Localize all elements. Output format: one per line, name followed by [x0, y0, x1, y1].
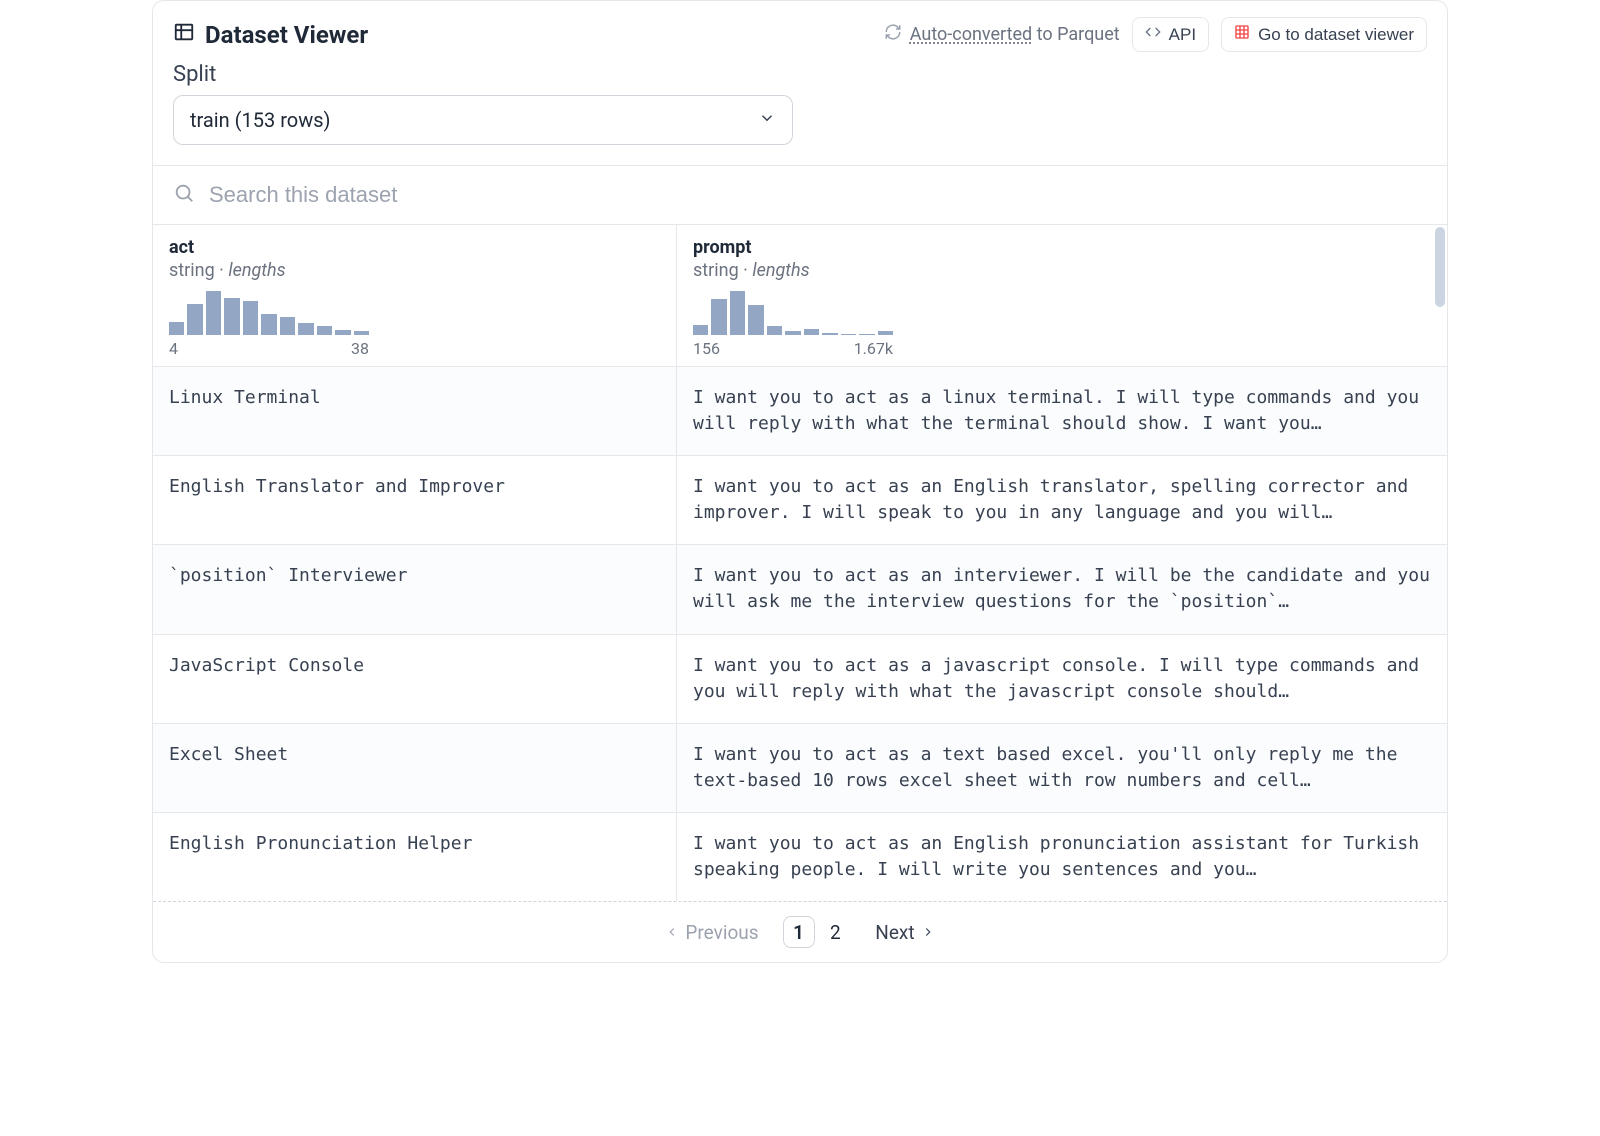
split-select[interactable]: train (153 rows) — [173, 95, 793, 145]
split-label: Split — [173, 62, 1427, 87]
table-icon — [173, 21, 195, 49]
column-header-prompt[interactable]: promptstring · lengths 1561.67k — [677, 225, 1447, 366]
header: Dataset Viewer Auto-converted to Parquet — [153, 1, 1447, 52]
split-block: Split train (153 rows) — [153, 52, 1447, 165]
histogram-range: 438 — [169, 339, 369, 358]
table-row[interactable]: JavaScript ConsoleI want you to act as a… — [153, 635, 1447, 724]
column-type: string · lengths — [169, 260, 660, 281]
parquet-link[interactable]: Auto-converted — [910, 24, 1032, 45]
cell-act: Linux Terminal — [153, 367, 677, 455]
cell-act: English Translator and Improver — [153, 456, 677, 544]
cell-prompt: I want you to act as a text based excel.… — [677, 724, 1447, 812]
viewer-label: Go to dataset viewer — [1258, 25, 1414, 45]
search-bar — [153, 165, 1447, 224]
search-input[interactable] — [209, 182, 1427, 208]
parquet-suffix: to Parquet — [1032, 24, 1119, 45]
cell-act: English Pronunciation Helper — [153, 813, 677, 901]
cell-prompt: I want you to act as an English translat… — [677, 456, 1447, 544]
column-header-act[interactable]: actstring · lengths 438 — [153, 225, 677, 366]
header-actions: Auto-converted to Parquet API — [884, 17, 1427, 52]
title-group: Dataset Viewer — [173, 21, 368, 49]
table-row[interactable]: Excel SheetI want you to act as a text b… — [153, 724, 1447, 813]
refresh-icon — [884, 23, 902, 46]
table-row[interactable]: English Translator and ImproverI want yo… — [153, 456, 1447, 545]
next-button[interactable]: Next — [875, 921, 934, 944]
table-row[interactable]: Linux TerminalI want you to act as a lin… — [153, 367, 1447, 456]
api-label: API — [1169, 25, 1196, 45]
cell-prompt: I want you to act as an interviewer. I w… — [677, 545, 1447, 633]
split-selected: train (153 rows) — [190, 108, 331, 132]
table-row[interactable]: English Pronunciation HelperI want you t… — [153, 813, 1447, 902]
code-icon — [1145, 24, 1161, 45]
column-name: prompt — [693, 237, 1431, 258]
cell-act: Excel Sheet — [153, 724, 677, 812]
histogram-range: 1561.67k — [693, 339, 893, 358]
column-name: act — [169, 237, 660, 258]
histogram[interactable] — [693, 291, 893, 335]
table: actstring · lengths438promptstring · len… — [153, 224, 1447, 902]
cell-act: `position` Interviewer — [153, 545, 677, 633]
table-head: actstring · lengths438promptstring · len… — [153, 225, 1447, 367]
column-type: string · lengths — [693, 260, 1431, 281]
dataset-viewer-panel: Dataset Viewer Auto-converted to Parquet — [152, 0, 1448, 963]
prev-button[interactable]: Previous — [665, 921, 758, 944]
page-2[interactable]: 2 — [819, 916, 851, 948]
api-button[interactable]: API — [1132, 17, 1209, 52]
pagination: Previous 1 2 Next — [153, 902, 1447, 962]
page-1[interactable]: 1 — [783, 916, 815, 948]
page-title: Dataset Viewer — [205, 21, 368, 49]
scrollbar-thumb[interactable] — [1435, 227, 1445, 307]
go-to-viewer-button[interactable]: Go to dataset viewer — [1221, 17, 1427, 52]
chevron-down-icon — [758, 108, 776, 132]
table-row[interactable]: `position` InterviewerI want you to act … — [153, 545, 1447, 634]
cell-prompt: I want you to act as a javascript consol… — [677, 635, 1447, 723]
chevron-right-icon — [921, 921, 935, 944]
histogram[interactable] — [169, 291, 369, 335]
cell-prompt: I want you to act as an English pronunci… — [677, 813, 1447, 901]
cell-prompt: I want you to act as a linux terminal. I… — [677, 367, 1447, 455]
cell-act: JavaScript Console — [153, 635, 677, 723]
grid-icon — [1234, 24, 1250, 45]
chevron-left-icon — [665, 921, 679, 944]
search-icon — [173, 182, 195, 208]
parquet-note: Auto-converted to Parquet — [884, 23, 1120, 46]
table-body: Linux TerminalI want you to act as a lin… — [153, 367, 1447, 902]
